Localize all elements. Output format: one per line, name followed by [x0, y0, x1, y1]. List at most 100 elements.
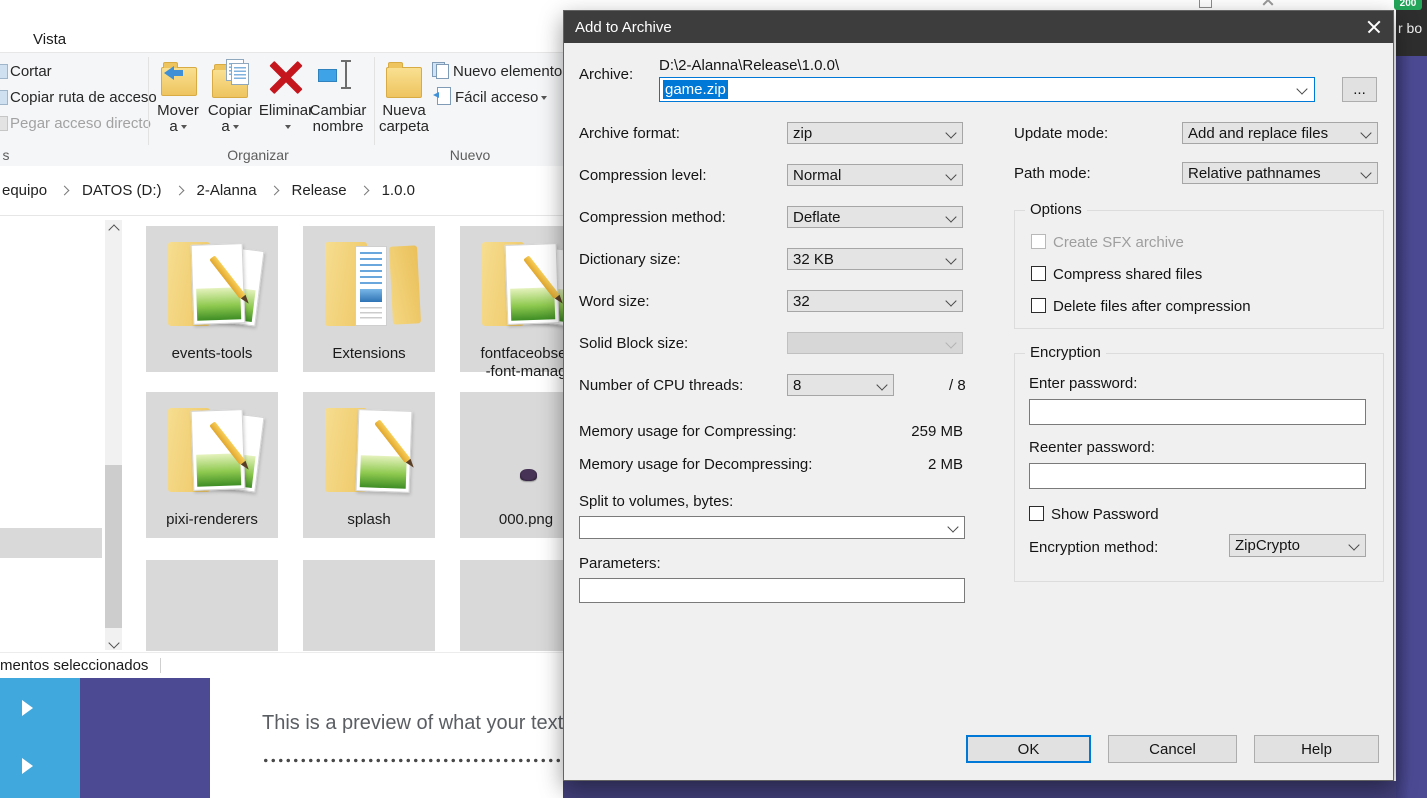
archive-format-select[interactable]: zip [787, 122, 963, 144]
reenter-password-input[interactable] [1029, 463, 1366, 489]
memory-compress-label: Memory usage for Compressing: [579, 423, 797, 440]
folder-icon [160, 404, 264, 498]
rename-button[interactable]: Cambiar nombre [310, 57, 366, 135]
document-icon [355, 246, 387, 326]
ribbon-item-copiar-ruta[interactable]: Copiar ruta de acceso [10, 89, 157, 106]
memory-compress-value: 259 MB [787, 423, 963, 440]
move-to-button[interactable]: Mover a [150, 57, 206, 135]
cancel-button[interactable]: Cancel [1108, 735, 1237, 763]
delete-after-label: Delete files after compression [1053, 298, 1251, 315]
cpu-threads-select[interactable]: 8 [787, 374, 894, 396]
compression-level-select[interactable]: Normal [787, 164, 963, 186]
chevron-down-icon [945, 169, 956, 180]
parameters-input[interactable] [579, 578, 965, 603]
copy-to-button[interactable]: Copiar a [202, 57, 258, 135]
folder-icon [317, 404, 421, 498]
update-mode-select[interactable]: Add and replace files [1182, 122, 1378, 144]
chevron-down-icon [945, 127, 956, 138]
ribbon-item-nuevo-elemento[interactable]: Nuevo elemento [453, 63, 571, 80]
chevron-right-icon [269, 186, 279, 196]
create-sfx-checkbox [1031, 234, 1046, 249]
file-tile[interactable]: splash [303, 392, 435, 538]
dropdown-caret-icon [181, 125, 187, 129]
breadcrumb-item[interactable]: 1.0.0 [382, 182, 415, 199]
encryption-legend: Encryption [1025, 344, 1106, 361]
nav-pane-selected-item[interactable] [0, 528, 102, 558]
play-arrow-icon[interactable] [22, 758, 33, 774]
file-tile[interactable]: Extensions [303, 226, 435, 372]
dictionary-size-label: Dictionary size: [579, 251, 681, 268]
breadcrumb-item[interactable]: equipo [2, 182, 47, 199]
group-label-nuevo: Nuevo [410, 147, 530, 163]
chevron-down-icon [945, 295, 956, 306]
word-size-select[interactable]: 32 [787, 290, 963, 312]
dropdown-caret-icon [285, 125, 291, 129]
ribbon-item-facil-acceso[interactable]: Fácil acceso [455, 89, 547, 106]
browse-button[interactable]: ... [1342, 77, 1377, 102]
new-folder-button[interactable]: Nueva carpeta [376, 57, 432, 135]
tab-vista[interactable]: Vista [33, 31, 66, 48]
file-tile[interactable] [146, 560, 278, 651]
group-label-organizar: Organizar [188, 147, 328, 163]
ribbon-item-cortar[interactable]: Cortar [10, 63, 52, 80]
archive-name-combo[interactable]: game.zip [659, 77, 1315, 102]
update-mode-label: Update mode: [1014, 125, 1108, 142]
help-button[interactable]: Help [1254, 735, 1379, 763]
maximize-button[interactable] [1196, 0, 1214, 10]
cut-icon [0, 64, 8, 79]
delete-x-icon [268, 59, 304, 99]
encryption-method-select[interactable]: ZipCrypto [1229, 534, 1366, 557]
scrollbar-thumb[interactable] [105, 465, 122, 628]
copy-path-icon [0, 90, 8, 105]
ok-button[interactable]: OK [966, 735, 1091, 763]
new-item-icon [432, 62, 449, 79]
preview-text: This is a preview of what your text [262, 712, 563, 735]
folder-icon [317, 238, 421, 332]
word-size-label: Word size: [579, 293, 650, 310]
dialog-titlebar[interactable]: Add to Archive [564, 11, 1393, 43]
delete-after-checkbox[interactable] [1031, 298, 1046, 313]
encryption-method-label: Encryption method: [1029, 539, 1158, 556]
chevron-down-icon[interactable] [1296, 83, 1307, 94]
cpu-threads-total: / 8 [949, 377, 966, 394]
solid-block-size-label: Solid Block size: [579, 335, 688, 352]
file-name: events-tools [140, 345, 284, 363]
desktop: Vista Cortar Copiar ruta de acceso Pegar… [0, 0, 1427, 798]
cpu-threads-label: Number of CPU threads: [579, 377, 743, 394]
path-mode-select[interactable]: Relative pathnames [1182, 162, 1378, 184]
chevron-down-icon [1360, 167, 1371, 178]
breadcrumb-item[interactable]: DATOS (D:) [82, 182, 161, 199]
file-name: splash [297, 511, 441, 529]
close-window-button[interactable] [1258, 0, 1278, 10]
file-tile[interactable]: events-tools [146, 226, 278, 372]
breadcrumb-item[interactable]: 2-Alanna [197, 182, 257, 199]
compress-shared-label: Compress shared files [1053, 266, 1202, 283]
compress-shared-checkbox[interactable] [1031, 266, 1046, 281]
play-arrow-icon[interactable] [22, 700, 33, 716]
scrollbar-up-button[interactable] [105, 221, 122, 237]
delete-label: Eliminar [259, 103, 313, 119]
ribbon: Cortar Copiar ruta de acceso Pegar acces… [0, 52, 563, 167]
split-volumes-combo[interactable] [579, 516, 965, 539]
paste-shortcut-icon [0, 116, 8, 131]
scrollbar-down-button[interactable] [105, 634, 122, 650]
chevron-down-icon [945, 253, 956, 264]
new-folder-label: Nueva [382, 103, 425, 119]
breadcrumb: equipo DATOS (D:) 2-Alanna Release 1.0.0 [0, 166, 563, 216]
show-password-checkbox[interactable] [1029, 506, 1044, 521]
file-tile[interactable]: pixi-renderers [146, 392, 278, 538]
delete-button[interactable]: Eliminar [258, 57, 314, 135]
close-icon[interactable] [1366, 19, 1382, 35]
parameters-label: Parameters: [579, 555, 661, 572]
status-bar: mentos seleccionados [0, 652, 563, 677]
compression-method-select[interactable]: Deflate [787, 206, 963, 228]
chevron-right-icon [359, 186, 369, 196]
rename-label: Cambiar [310, 103, 367, 119]
ribbon-separator [374, 57, 375, 145]
file-tile[interactable] [303, 560, 435, 651]
breadcrumb-item[interactable]: Release [292, 182, 347, 199]
dictionary-size-select[interactable]: 32 KB [787, 248, 963, 270]
enter-password-input[interactable] [1029, 399, 1366, 425]
png-thumbnail-icon [520, 469, 537, 481]
enter-password-label: Enter password: [1029, 375, 1137, 392]
